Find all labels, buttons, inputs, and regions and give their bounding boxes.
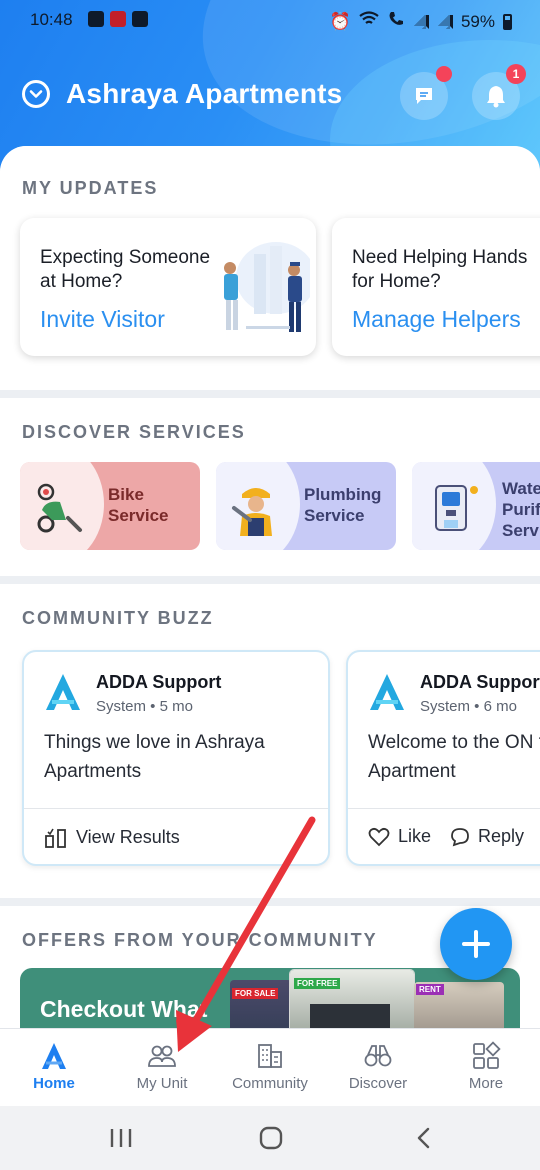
section-title: DISCOVER SERVICES (22, 422, 246, 442)
invite-visitor-card[interactable]: Expecting Someone at Home? Invite Visito… (20, 218, 316, 356)
plumber-icon (232, 488, 272, 536)
water-purifier-service-card[interactable]: Wate Purifi Servi (412, 462, 540, 550)
offer-image: RENT (414, 982, 504, 1030)
reply-button[interactable]: Reply (450, 826, 524, 847)
nav-label: More (468, 1075, 504, 1092)
invite-visitor-link[interactable]: Invite Visitor (40, 306, 165, 333)
post-author: ADDA Support (420, 672, 540, 692)
adda-logo-icon (370, 674, 404, 710)
adda-logo-icon (46, 674, 80, 710)
wifi-icon (359, 11, 379, 32)
post-footer: View Results (24, 808, 328, 864)
offer-tag: RENT (416, 984, 444, 995)
nav-more[interactable]: More (432, 1029, 540, 1107)
section-title: OFFERS FROM YOUR COMMUNITY (22, 930, 378, 950)
society-switcher[interactable]: Ashraya Apartments (22, 78, 342, 110)
adda-logo-icon (42, 1043, 66, 1069)
post-footer: Like Reply (348, 808, 540, 864)
post-body: Things we love in Ashraya Apartments (44, 732, 265, 782)
plus-icon (462, 930, 490, 958)
status-time: 10:48 (30, 10, 73, 29)
system-navigation-bar (0, 1106, 540, 1170)
water-purifier-icon (435, 485, 478, 531)
nav-label: Discover (348, 1075, 408, 1092)
post-body: Welcome to the ON for your Apartment (368, 732, 540, 782)
bike-service-card[interactable]: Bike Service (20, 462, 200, 550)
back-icon[interactable] (412, 1126, 436, 1150)
service-label: Plumbing Service (304, 485, 382, 525)
view-results-button[interactable]: View Results (44, 826, 180, 848)
nav-my-unit[interactable]: My Unit (108, 1029, 216, 1107)
nav-label: My Unit (136, 1075, 188, 1092)
service-label: Bike Service (108, 485, 169, 525)
offer-tag: FOR FREE (294, 978, 341, 989)
my-updates-section: MY UPDATES Expecting Someone at Home? In… (0, 146, 540, 390)
recent-apps-icon[interactable] (108, 1126, 134, 1150)
signal-icon (436, 14, 453, 29)
offer-image: FOR SALE (230, 980, 292, 1030)
comment-icon (451, 827, 469, 846)
nav-discover[interactable]: Discover (324, 1029, 432, 1107)
offer-tag: FOR SALE (232, 988, 279, 999)
status-bar: 10:48 ⏰ 59% (0, 0, 540, 40)
nav-label: Home (33, 1075, 75, 1092)
section-title: MY UPDATES (22, 178, 159, 198)
nav-label: Community (232, 1075, 308, 1092)
card-text: Need Helping Hands for Home? (352, 247, 528, 292)
notification-count-badge: 1 (506, 64, 526, 84)
offers-banner[interactable]: Checkout What FOR SALE FOR FREE RENT (20, 968, 520, 1030)
people-icon (148, 1045, 176, 1067)
battery-icon (503, 13, 512, 30)
battery-percent: 59% (460, 11, 495, 31)
grid-icon (473, 1041, 501, 1069)
call-icon (387, 10, 405, 33)
like-button[interactable]: Like (368, 826, 431, 847)
messages-button[interactable] (400, 66, 452, 120)
binoculars-icon (364, 1045, 392, 1067)
status-system-icons: ⏰ 59% (330, 10, 512, 33)
service-label: Wate Purifi Servi (502, 479, 540, 540)
society-title: Ashraya Apartments (66, 78, 343, 109)
buzz-post-card[interactable]: ADDA Support System • 6 mo Welcome to th… (346, 650, 540, 866)
bottom-navigation: Home My Unit Community Discover More (0, 1028, 540, 1106)
scooter-icon (37, 483, 82, 533)
poll-icon (45, 828, 66, 848)
plumbing-service-card[interactable]: Plumbing Service (216, 462, 396, 550)
nav-community[interactable]: Community (216, 1029, 324, 1107)
calendar-icon (88, 11, 104, 27)
section-title: COMMUNITY BUZZ (22, 608, 214, 628)
heart-icon (368, 827, 390, 846)
buzz-post-card[interactable]: ADDA Support System • 5 mo Things we lov… (22, 650, 330, 866)
alarm-icon: ⏰ (329, 11, 351, 31)
buildings-icon (258, 1044, 282, 1068)
visitor-illustration (224, 242, 310, 332)
message-app-icon (132, 11, 148, 27)
post-meta: System • 5 mo (96, 698, 193, 715)
status-notification-icons (88, 11, 148, 27)
post-author: ADDA Support (96, 672, 222, 692)
manage-helpers-card[interactable]: Need Helping Hands for Home? Manage Help… (332, 218, 540, 356)
card-text: Expecting Someone at Home? (40, 247, 211, 292)
home-feed[interactable]: MY UPDATES Expecting Someone at Home? In… (0, 146, 540, 1030)
app-notification-icon (110, 11, 126, 27)
signal-icon (412, 14, 429, 29)
home-button-icon[interactable] (258, 1126, 284, 1150)
chevron-down-icon (22, 80, 50, 108)
chat-icon (416, 88, 432, 104)
post-meta: System • 6 mo (420, 698, 517, 715)
unread-dot (436, 66, 452, 82)
offer-image: FOR FREE (290, 970, 414, 1030)
notifications-button[interactable]: 1 (472, 64, 526, 120)
bell-icon (487, 86, 505, 108)
banner-title: Checkout What (40, 996, 208, 1022)
manage-helpers-link[interactable]: Manage Helpers (352, 306, 521, 333)
nav-home[interactable]: Home (0, 1029, 108, 1107)
create-post-fab[interactable] (440, 908, 512, 980)
